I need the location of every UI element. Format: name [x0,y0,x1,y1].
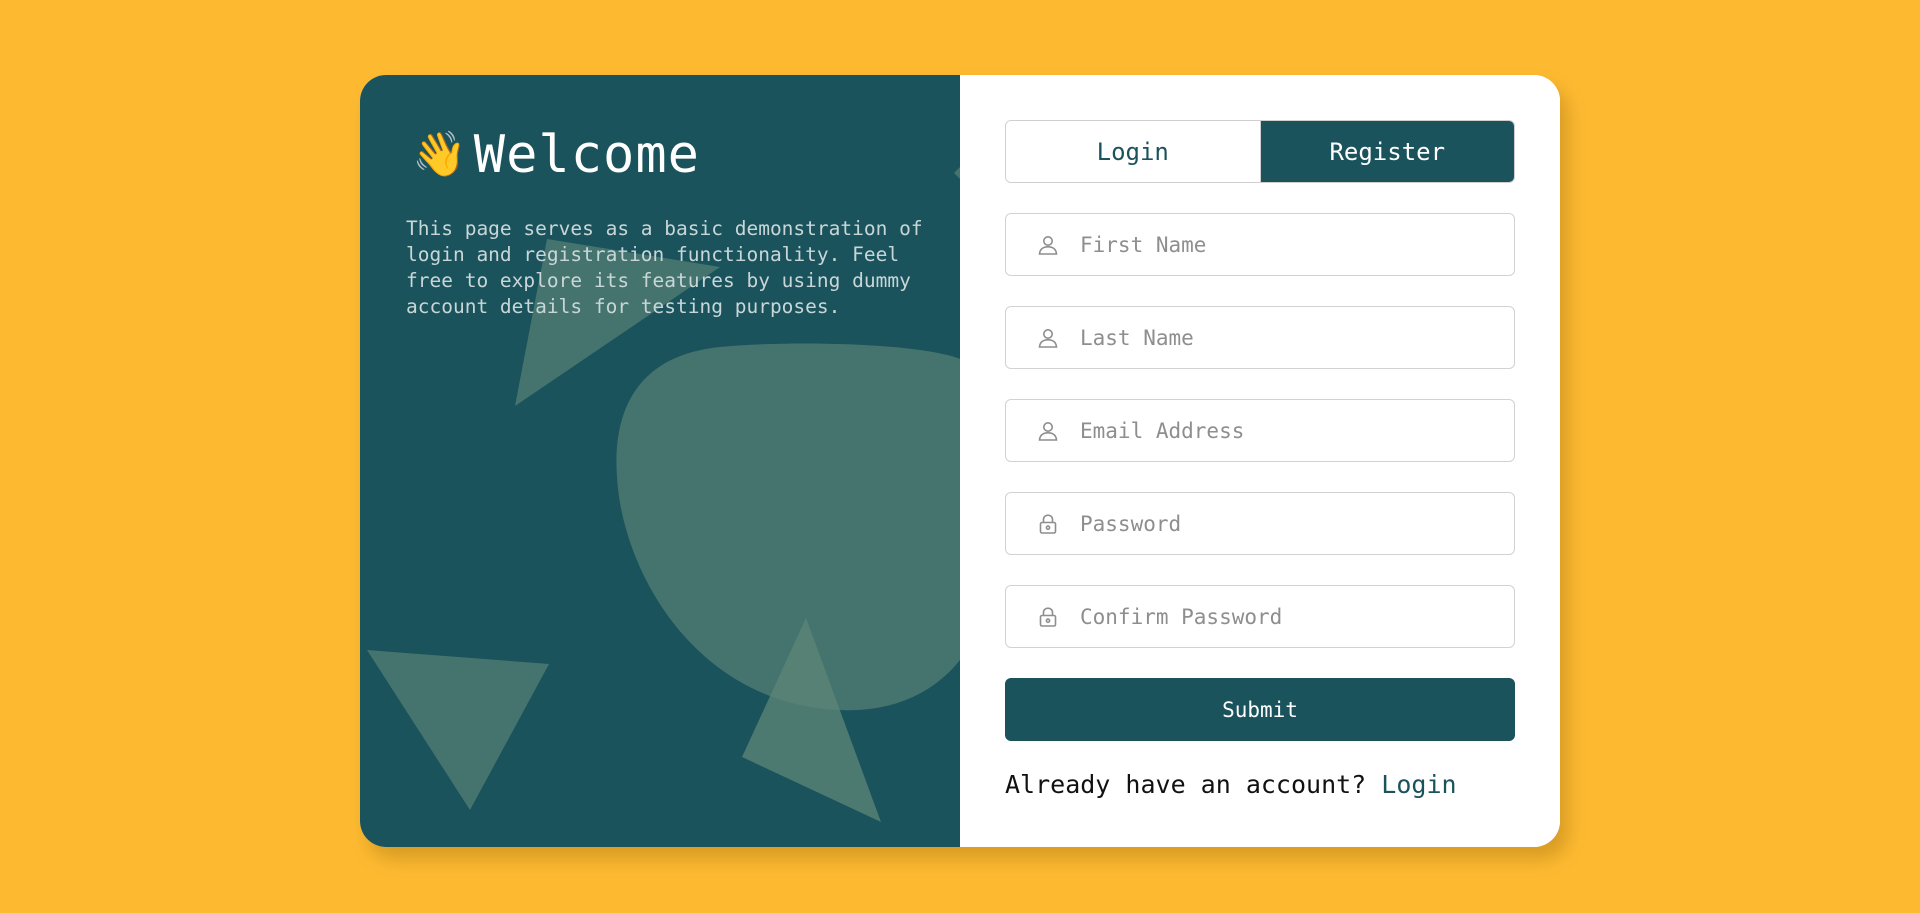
register-form-panel: Login Register First Name Last Name Emai… [960,75,1560,847]
email-input[interactable] [1078,417,1482,444]
welcome-description: This page serves as a basic demonstratio… [406,217,923,318]
confirm-password-input[interactable] [1078,603,1482,630]
welcome-title: Welcome [473,125,700,185]
lock-icon [1036,512,1060,536]
user-icon [1036,326,1060,350]
login-prompt-text: Already have an account? [1005,770,1367,799]
user-icon [1036,233,1060,257]
submit-button[interactable]: Submit [1005,678,1515,741]
confirm-password-field[interactable] [1005,585,1515,648]
decorative-shapes [367,167,960,822]
first-name-field[interactable] [1005,213,1515,276]
email-field[interactable] [1005,399,1515,462]
last-name-field[interactable] [1005,306,1515,369]
login-link[interactable]: Login [1381,770,1456,799]
password-input[interactable] [1078,510,1482,537]
decorative-triangle-bottom-left [367,650,549,810]
last-name-input[interactable] [1078,324,1482,351]
login-prompt: Already have an account? Login [1005,770,1457,799]
tab-register[interactable]: Register [1260,121,1514,182]
tab-login[interactable]: Login [1006,121,1261,182]
user-icon [1036,419,1060,443]
auth-tabs: Login Register [1005,120,1515,183]
welcome-heading: 👋 Welcome [412,125,700,185]
auth-card: 👋 Welcome This page serves as a basic de… [360,75,1560,847]
password-field[interactable] [1005,492,1515,555]
lock-icon [1036,605,1060,629]
welcome-panel: 👋 Welcome This page serves as a basic de… [360,75,960,847]
decorative-blob [616,343,960,711]
waving-hand-icon: 👋 [412,129,468,180]
first-name-input[interactable] [1078,231,1482,258]
